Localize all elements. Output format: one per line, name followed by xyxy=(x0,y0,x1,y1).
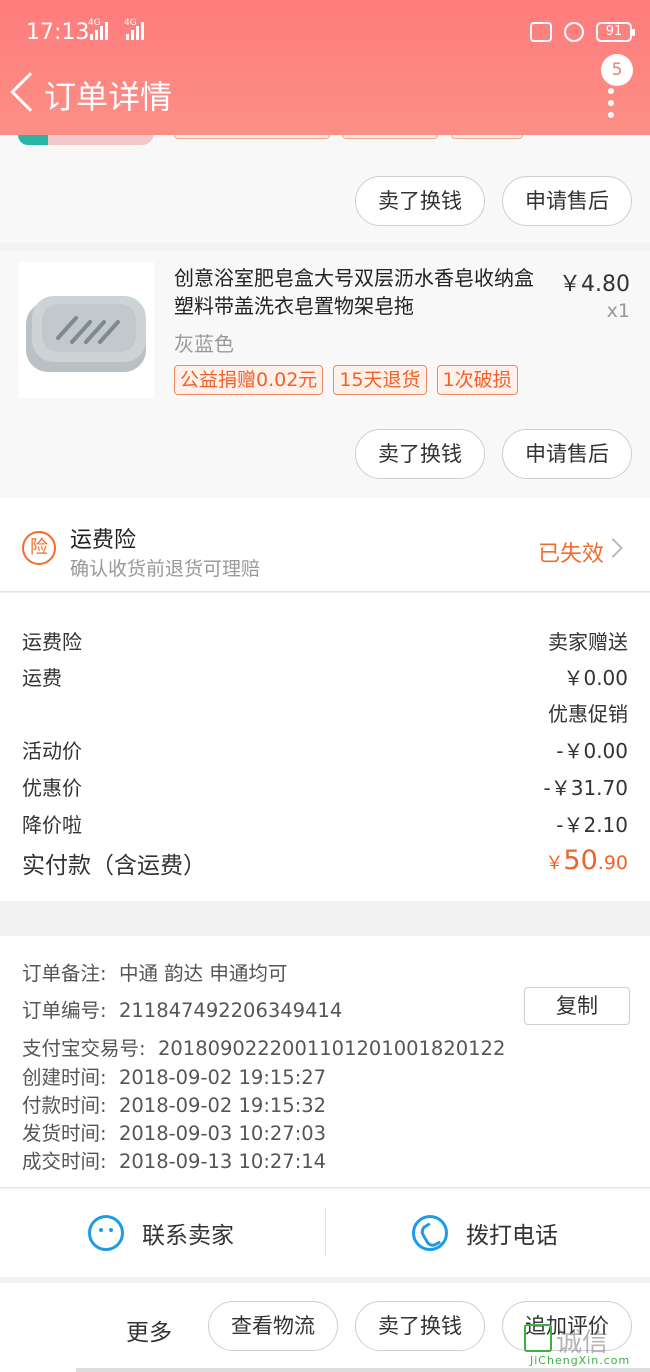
product-name[interactable]: 创意浴室肥皂盒大号双层沥水香皂收纳盒塑料带盖洗衣皂置物架皂拖 xyxy=(174,264,544,320)
info-key: 发货时间: xyxy=(22,1122,107,1145)
summary-value: -￥2.10 xyxy=(556,813,628,837)
insurance-title: 运费险 xyxy=(70,528,137,553)
tag-peek xyxy=(451,135,523,139)
status-bar: 17:13 4G 4G 91 xyxy=(0,0,650,64)
contact-seller-button[interactable]: 联系卖家 xyxy=(88,1189,234,1277)
sell-button[interactable]: 卖了换钱 xyxy=(355,1301,485,1351)
tag-damage: 1次破损 xyxy=(436,365,518,395)
info-value: 中通 韵达 申通均可 xyxy=(118,962,288,985)
info-value: 211847492206349414 xyxy=(118,999,343,1022)
watermark-sub: JiChengXin.com xyxy=(530,1354,631,1367)
nav-strip xyxy=(76,1368,650,1372)
info-row-paid: 付款时间: 2018-09-02 19:15:32 xyxy=(22,1089,326,1118)
more-menu-icon[interactable] xyxy=(608,88,614,124)
info-key: 付款时间: xyxy=(22,1094,107,1117)
phone-icon xyxy=(412,1215,448,1251)
order-info: 订单备注: 中通 韵达 申通均可 订单编号: 21184749220634941… xyxy=(0,936,650,1188)
call-phone-label: 拨打电话 xyxy=(466,1223,558,1249)
product-quantity: x1 xyxy=(606,300,630,322)
info-row-note: 订单备注: 中通 韵达 申通均可 xyxy=(22,957,287,986)
view-logistics-button[interactable]: 查看物流 xyxy=(208,1301,338,1351)
page-title: 订单详情 xyxy=(44,78,173,116)
price-summary: 运费险 卖家赠送 运费 ￥0.00 优惠促销 活动价 -￥0.00 优惠价 -￥… xyxy=(0,593,650,901)
total-label: 实付款（含运费） xyxy=(22,853,206,879)
tag-peek xyxy=(174,135,330,139)
more-button[interactable]: 更多 xyxy=(126,1313,172,1347)
order-detail-screen: 17:13 4G 4G 91 订单详情 5 卖了换钱 申请售后 创意浴室肥皂盒大… xyxy=(0,0,650,1372)
summary-value: 优惠促销 xyxy=(548,702,628,726)
info-value: 2018-09-13 10:27:14 xyxy=(118,1150,327,1173)
copy-button[interactable]: 复制 xyxy=(524,987,630,1025)
contact-seller-label: 联系卖家 xyxy=(142,1223,234,1249)
info-value: 2018-09-02 19:15:27 xyxy=(118,1066,327,1089)
info-row-created: 创建时间: 2018-09-02 19:15:27 xyxy=(22,1061,326,1090)
watermark-logo: 诚信 JiChengXin.com xyxy=(524,1322,644,1368)
summary-row: 运费险 卖家赠送 xyxy=(22,626,628,654)
order-item-2: 创意浴室肥皂盒大号双层沥水香皂收纳盒塑料带盖洗衣皂置物架皂拖 ￥4.80 x1 … xyxy=(0,250,650,498)
app-header: 17:13 4G 4G 91 订单详情 5 xyxy=(0,0,650,135)
shipping-insurance-row[interactable]: 险 运费险 确认收货前退货可理赔 已失效 xyxy=(0,498,650,592)
info-value: 2018-09-02 19:15:32 xyxy=(118,1094,327,1117)
info-value: 2018090222001101201001820122 xyxy=(157,1037,506,1060)
summary-value: 卖家赠送 xyxy=(548,630,628,654)
insurance-icon: 险 xyxy=(22,531,56,565)
chevron-right-icon xyxy=(603,538,623,558)
product-price: ￥4.80 xyxy=(559,272,630,297)
after-sales-button[interactable]: 申请售后 xyxy=(502,429,632,479)
total-currency: ￥ xyxy=(545,853,564,874)
summary-label: 运费险 xyxy=(22,630,82,654)
info-row-order-number: 订单编号: 211847492206349414 xyxy=(22,994,342,1023)
summary-row: 优惠价 -￥31.70 xyxy=(22,772,628,800)
info-key: 创建时间: xyxy=(22,1066,107,1089)
product-tags: 公益捐赠0.02元 15天退货 1次破损 xyxy=(174,365,518,395)
summary-row: 运费 ￥0.00 xyxy=(22,662,628,690)
order-item-1: 卖了换钱 申请售后 xyxy=(0,135,650,243)
summary-value: -￥31.70 xyxy=(543,776,628,800)
info-row-completed: 成交时间: 2018-09-13 10:27:14 xyxy=(22,1145,326,1174)
summary-label: 降价啦 xyxy=(22,813,82,837)
battery-icon: 91 xyxy=(596,22,635,42)
watermark-icon xyxy=(524,1324,552,1352)
info-row-alipay: 支付宝交易号: 2018090222001101201001820122 xyxy=(22,1032,505,1061)
tag-charity: 公益捐赠0.02元 xyxy=(174,365,324,395)
notification-badge: 5 xyxy=(601,54,633,86)
contact-bar: 联系卖家 拨打电话 xyxy=(0,1189,650,1277)
tag-peek xyxy=(342,135,438,139)
product-image-soap-dish[interactable] xyxy=(18,262,154,398)
summary-row: 降价啦 -￥2.10 xyxy=(22,809,628,837)
insurance-subtitle: 确认收货前退货可理赔 xyxy=(70,558,261,580)
chat-icon xyxy=(88,1215,124,1251)
sell-button[interactable]: 卖了换钱 xyxy=(355,429,485,479)
info-row-shipped: 发货时间: 2018-09-03 10:27:03 xyxy=(22,1117,326,1146)
product-image-1[interactable] xyxy=(18,135,154,145)
tag-return: 15天退货 xyxy=(333,365,427,395)
status-icons: 91 xyxy=(530,22,635,42)
after-sales-button[interactable]: 申请售后 xyxy=(502,176,632,226)
info-key: 支付宝交易号: xyxy=(22,1037,146,1060)
signal-icon xyxy=(90,22,108,40)
summary-value: ￥0.00 xyxy=(563,666,628,690)
divider xyxy=(325,1209,326,1257)
info-key: 订单备注: xyxy=(22,962,107,985)
product-spec: 灰蓝色 xyxy=(174,332,234,356)
total-amount: ￥50.90 xyxy=(545,845,628,876)
summary-value: -￥0.00 xyxy=(556,739,628,763)
insurance-status: 已失效 xyxy=(537,542,604,567)
info-key: 成交时间: xyxy=(22,1150,107,1173)
status-time: 17:13 xyxy=(26,20,90,45)
summary-label: 活动价 xyxy=(22,739,82,763)
sell-button[interactable]: 卖了换钱 xyxy=(355,176,485,226)
info-key: 订单编号: xyxy=(22,999,107,1022)
vibrate-icon xyxy=(530,22,552,42)
summary-label: 优惠价 xyxy=(22,776,82,800)
total-decimal: .90 xyxy=(597,852,628,874)
total-integer: 50 xyxy=(563,845,598,876)
signal-icon-2 xyxy=(126,22,144,40)
info-value: 2018-09-03 10:27:03 xyxy=(118,1122,327,1145)
lock-icon xyxy=(564,22,584,42)
summary-row: 优惠促销 xyxy=(22,698,628,726)
summary-row: 活动价 -￥0.00 xyxy=(22,735,628,763)
call-phone-button[interactable]: 拨打电话 xyxy=(412,1189,558,1277)
summary-label: 运费 xyxy=(22,666,62,690)
